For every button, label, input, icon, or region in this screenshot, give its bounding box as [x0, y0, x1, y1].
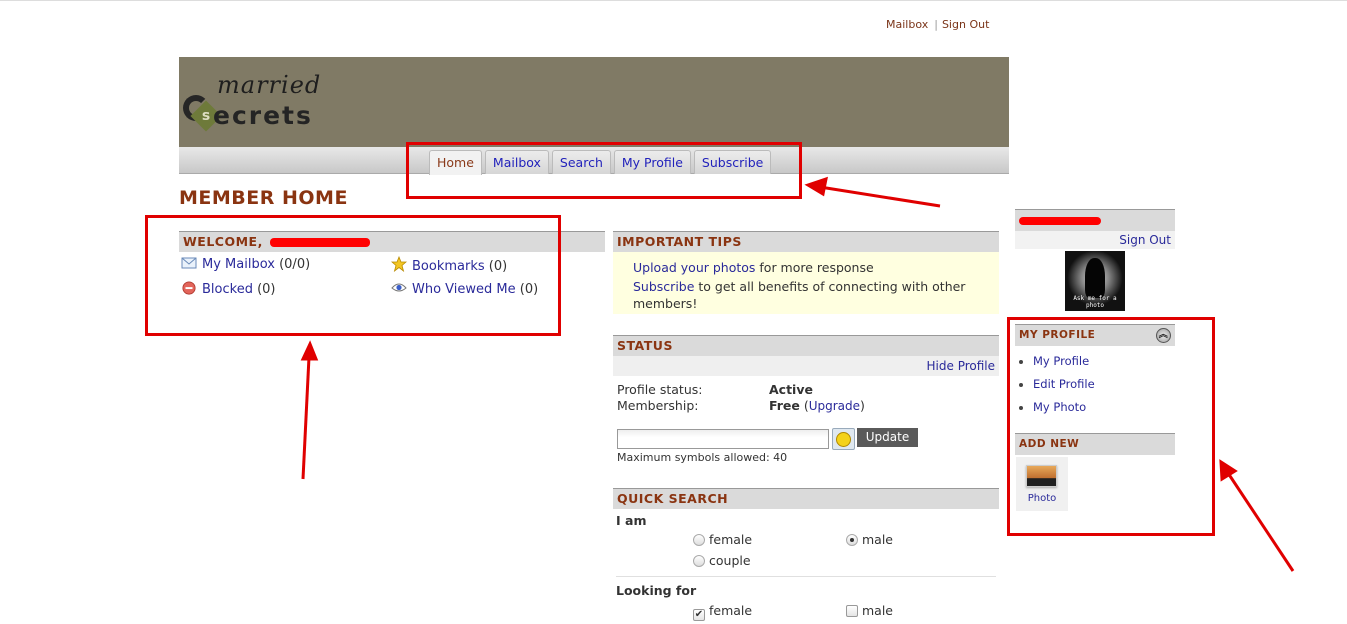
annotation-arrowhead-welcome — [300, 340, 319, 361]
annotation-arrow-welcome — [301, 356, 311, 480]
annotation-arrowhead-sidebar — [1219, 459, 1238, 482]
annotation-arrow-nav — [819, 185, 941, 208]
annotation-arrows — [300, 176, 1295, 572]
annotation-arrow-sidebar — [1226, 472, 1295, 572]
annotation-arrowhead-nav — [804, 176, 828, 197]
